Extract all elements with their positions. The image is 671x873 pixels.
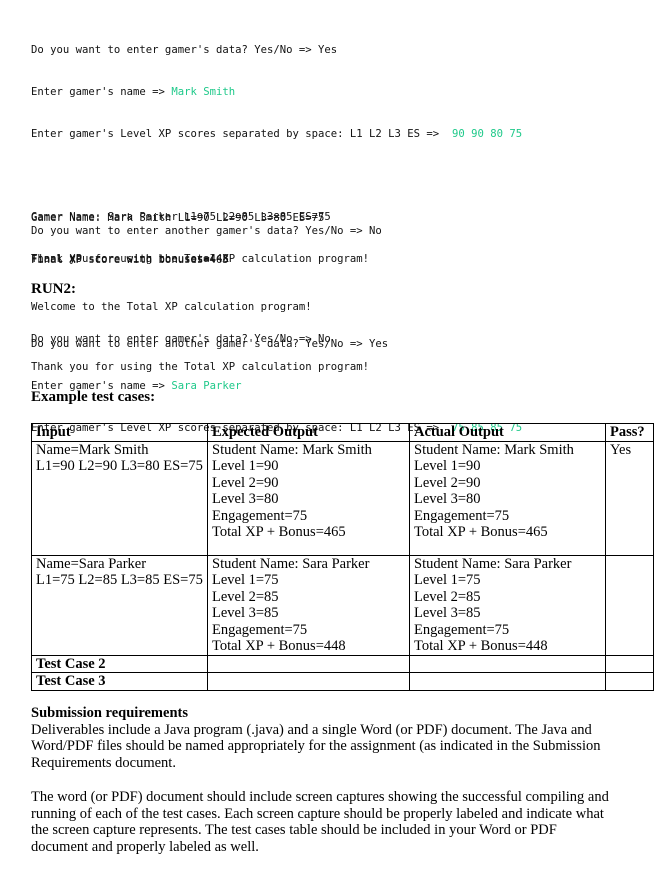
cell-text: Student Name: Mark Smith	[414, 441, 574, 458]
console-line: Do you want to enter another gamer's dat…	[31, 225, 382, 237]
table-row: Test Case 2	[31, 654, 654, 673]
pass-cell	[605, 554, 654, 656]
cell-text: Level 1=75	[414, 572, 481, 588]
input-cell: Name=Sara Parker L1=75 L2=85 L3=85 ES=75	[31, 554, 208, 656]
cell-text: L1=75 L2=85 L3=85 ES=75	[36, 572, 203, 588]
run2-heading: RUN2:	[31, 281, 76, 297]
actual-cell	[409, 654, 606, 673]
cell-text: Name=Sara Parker	[36, 555, 147, 572]
pass-cell	[605, 654, 654, 673]
expected-cell	[207, 654, 410, 673]
cell-text: Engagement=75	[212, 507, 308, 524]
cell-text: Student Name: Mark Smith	[212, 441, 372, 458]
cell-text: Level 1=90	[414, 458, 481, 474]
cell-text: Total XP + Bonus=448	[414, 638, 548, 654]
console-line: Thank you for using the Total XP calcula…	[31, 253, 370, 265]
console-line: Enter gamer's Level XP scores separated …	[31, 127, 522, 141]
input-cell: Name=Mark Smith L1=90 L2=90 L3=80 ES=75	[31, 440, 208, 556]
console-prompt: Do you want to enter gamer's data? Yes/N…	[31, 44, 319, 56]
column-header-actual: Actual Output	[409, 423, 606, 442]
cell-text: Level 1=75	[212, 572, 279, 588]
console-prompt: Enter gamer's Level XP scores separated …	[31, 128, 452, 140]
console-line: Thank you for using the Total XP calcula…	[31, 361, 370, 373]
cell-text: Engagement=75	[212, 621, 308, 638]
test-cases-table: Input Expected Output Actual Output Pass…	[31, 423, 654, 691]
actual-cell	[409, 672, 606, 691]
table-row: Name=Mark Smith L1=90 L2=90 L3=80 ES=75 …	[31, 440, 654, 556]
console-line: Do you want to enter gamer's data? Yes/N…	[31, 43, 522, 57]
console-input: 90 90 80 75	[451, 128, 523, 140]
cell-text: Student Name: Sara Parker	[414, 555, 572, 572]
submission-section: Submission requirements Deliverables inc…	[31, 705, 611, 771]
cell-text: Level 2=85	[414, 588, 481, 605]
expected-cell	[207, 672, 410, 691]
submission-heading: Submission requirements	[31, 705, 188, 721]
pass-cell	[605, 672, 654, 691]
cell-text: L1=90 L2=90 L3=80 ES=75	[36, 458, 203, 474]
console-line: Gamer Name: Sara Parker L1=75 L2=85 L3=8…	[31, 211, 331, 223]
table-row: Name=Sara Parker L1=75 L2=85 L3=85 ES=75…	[31, 554, 654, 656]
cell-text: Total XP + Bonus=465	[414, 524, 548, 540]
console-line: Enter gamer's name => Mark Smith	[31, 85, 522, 99]
cell-text: Engagement=75	[414, 621, 510, 638]
cell-text: Level 3=85	[212, 605, 279, 621]
console-input: Yes	[318, 44, 338, 56]
cell-spacer	[212, 541, 406, 555]
expected-cell: Student Name: Mark Smith Level 1=90 Leve…	[207, 440, 410, 556]
cell-text: Level 2=85	[212, 588, 279, 605]
console-input: Yes	[369, 338, 389, 350]
column-header-input: Input	[31, 423, 208, 442]
column-header-pass: Pass?	[605, 423, 654, 442]
cell-text: Total XP + Bonus=465	[212, 524, 346, 540]
expected-cell: Student Name: Sara Parker Level 1=75 Lev…	[207, 554, 410, 656]
cell-text: Level 2=90	[414, 474, 481, 491]
table-row: Test Case 3	[31, 672, 654, 691]
test-cases-heading: Example test cases:	[31, 389, 156, 405]
cell-text: Engagement=75	[414, 507, 510, 524]
cell-text: Level 3=80	[212, 491, 279, 507]
actual-cell: Student Name: Mark Smith Level 1=90 Leve…	[409, 440, 606, 556]
actual-cell: Student Name: Sara Parker Level 1=75 Lev…	[409, 554, 606, 656]
pass-value: Yes	[610, 441, 632, 458]
console-line: Do you want to enter gamer's data? Yes/N…	[31, 333, 331, 345]
test-case-label: Test Case 2	[31, 654, 208, 673]
console-input: Sara Parker	[171, 380, 242, 392]
cell-text: Level 3=85	[414, 605, 481, 621]
cell-text: Student Name: Sara Parker	[212, 555, 370, 572]
table-header-row: Input Expected Output Actual Output Pass…	[31, 423, 654, 442]
cell-text: Level 1=90	[212, 458, 279, 474]
submission-paragraph-1: Deliverables include a Java program (.ja…	[31, 721, 601, 771]
cell-text: Name=Mark Smith	[36, 441, 149, 458]
submission-paragraph-2: The word (or PDF) document should includ…	[31, 789, 609, 855]
column-header-expected: Expected Output	[207, 423, 410, 442]
cell-text: Level 2=90	[212, 474, 279, 491]
console-line: Welcome to the Total XP calculation prog…	[31, 301, 312, 313]
cell-text: Level 3=80	[414, 491, 481, 507]
console-input: Mark Smith	[171, 86, 236, 98]
console-prompt: Enter gamer's name =>	[31, 86, 172, 98]
cell-text: Total XP + Bonus=448	[212, 638, 346, 654]
pass-cell: Yes	[605, 440, 654, 556]
test-case-label: Test Case 3	[31, 672, 208, 691]
